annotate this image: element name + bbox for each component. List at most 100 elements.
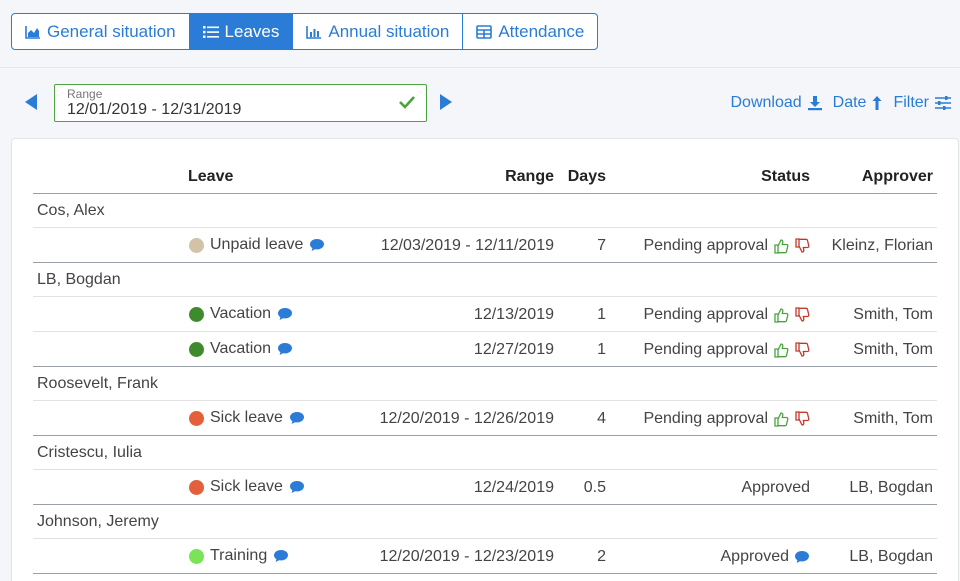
tab-general-situation[interactable]: General situation: [12, 14, 190, 49]
comment-icon[interactable]: [277, 342, 293, 356]
range-field[interactable]: Range 12/01/2019 - 12/31/2019: [54, 84, 427, 122]
leave-color-dot: [189, 410, 204, 426]
leave-range: 12/20/2019 - 12/26/2019: [379, 410, 554, 427]
comment-icon[interactable]: [309, 238, 325, 252]
leave-type-cell: Vacation: [189, 305, 293, 323]
status-text: Approved: [720, 548, 790, 565]
table-row[interactable]: Unpaid leave 12/03/2019 - 12/11/2019 7 Pend…: [33, 228, 937, 263]
approve-thumbs-up-icon[interactable]: [773, 342, 789, 358]
leave-status: Approved: [742, 479, 811, 497]
approve-thumbs-up-icon[interactable]: [773, 307, 789, 323]
employee-group-row: Johnson, Jeremy: [33, 505, 937, 539]
reject-thumbs-down-icon[interactable]: [794, 238, 810, 254]
tab-label: Annual situation: [328, 21, 450, 41]
table-icon: [476, 24, 493, 39]
caret-left-icon: [25, 94, 37, 110]
download-label: Download: [730, 94, 802, 111]
toolbar-actions: Download Date Filter: [730, 94, 952, 112]
employee-name: Roosevelt, Frank: [37, 375, 158, 392]
employee-group-row: LB, Bogdan: [33, 263, 937, 297]
leave-type-label: Sick leave: [210, 409, 283, 426]
leave-type-cell: Unpaid leave: [189, 236, 325, 254]
leave-type-cell: Vacation: [189, 340, 293, 358]
leave-days: 4: [597, 410, 606, 427]
divider: [0, 67, 960, 68]
view-tabs: General situation Leaves Annual situatio…: [11, 13, 599, 50]
tab-label: Leaves: [224, 21, 280, 41]
header-approver: Approver: [861, 168, 933, 185]
list-icon: [202, 25, 219, 39]
reject-thumbs-down-icon[interactable]: [794, 342, 810, 358]
previous-period-button[interactable]: [24, 93, 38, 116]
status-text: Pending approval: [643, 410, 768, 427]
leave-type-cell: Sick leave: [189, 478, 305, 496]
tab-annual-situation[interactable]: Annual situation: [293, 14, 464, 49]
table-row[interactable]: Training 12/20/2019 - 12/23/2019 2 Approved…: [33, 539, 937, 574]
comment-icon[interactable]: [794, 550, 810, 564]
download-button[interactable]: Download: [730, 94, 822, 112]
leave-days: 2: [597, 548, 606, 565]
sliders-icon: [934, 95, 952, 111]
leave-days: 7: [597, 237, 606, 254]
leave-range: 12/13/2019: [473, 306, 554, 323]
leave-color-dot: [189, 306, 204, 322]
filter-button[interactable]: Filter: [893, 94, 952, 112]
approver-name: LB, Bogdan: [849, 548, 933, 565]
comment-icon[interactable]: [289, 480, 305, 494]
leaves-card: Leave Range Days Status Approver Cos, Al…: [11, 138, 959, 581]
approve-thumbs-up-icon[interactable]: [773, 238, 789, 254]
employee-name: Cos, Alex: [37, 202, 105, 219]
range-field-value[interactable]: 12/01/2019 - 12/31/2019: [67, 101, 241, 119]
header-range: Range: [505, 168, 554, 185]
download-icon: [807, 95, 823, 111]
comment-icon[interactable]: [289, 411, 305, 425]
leave-type-cell: Sick leave: [189, 409, 305, 427]
leave-days: 1: [597, 306, 606, 323]
tab-leaves[interactable]: Leaves: [189, 14, 294, 49]
approver-name: Smith, Tom: [853, 306, 933, 323]
table-row[interactable]: Vacation 12/13/2019 1 Pending approval Smith…: [33, 297, 937, 332]
leave-status: Pending approval: [643, 410, 810, 428]
leave-range: 12/03/2019 - 12/11/2019: [380, 237, 554, 254]
leave-type-cell: Training: [189, 547, 289, 565]
date-sort-button[interactable]: Date: [833, 94, 884, 112]
approve-thumbs-up-icon[interactable]: [773, 411, 789, 427]
range-field-label: Range: [67, 87, 103, 101]
bar-chart-icon: [306, 25, 322, 39]
leaves-table: Leave Range Days Status Approver Cos, Al…: [33, 157, 937, 574]
employee-name: Johnson, Jeremy: [37, 513, 159, 530]
arrow-up-icon: [871, 95, 883, 111]
header-days: Days: [567, 168, 606, 185]
comment-icon[interactable]: [273, 549, 289, 563]
table-row[interactable]: Sick leave 12/24/2019 0.5 Approved LB, Bogda…: [33, 470, 937, 505]
reject-thumbs-down-icon[interactable]: [794, 307, 810, 323]
leave-days: 1: [597, 341, 606, 358]
leave-range: 12/27/2019: [473, 341, 554, 358]
leave-color-dot: [189, 341, 204, 357]
table-row[interactable]: Sick leave 12/20/2019 - 12/26/2019 4 Pendin…: [33, 401, 937, 436]
approver-name: LB, Bogdan: [849, 479, 933, 496]
employee-group-row: Cristescu, Iulia: [33, 436, 937, 470]
reject-thumbs-down-icon[interactable]: [794, 411, 810, 427]
caret-right-icon: [440, 94, 452, 110]
date-label: Date: [832, 94, 867, 111]
leave-status: Pending approval: [643, 341, 810, 359]
leave-color-dot: [189, 237, 204, 253]
header-status: Status: [761, 168, 810, 185]
leave-status: Pending approval: [643, 237, 810, 255]
leave-type-label: Sick leave: [210, 478, 283, 495]
status-text: Pending approval: [643, 306, 768, 323]
employee-group-row: Cos, Alex: [33, 194, 937, 228]
approver-name: Smith, Tom: [853, 341, 933, 358]
status-text: Approved: [741, 479, 811, 496]
leave-type-label: Vacation: [210, 340, 272, 357]
tab-attendance[interactable]: Attendance: [463, 14, 597, 49]
check-icon: [398, 94, 416, 115]
tab-label: Attendance: [498, 21, 585, 41]
table-row[interactable]: Vacation 12/27/2019 1 Pending approval Smith…: [33, 332, 937, 367]
filter-label: Filter: [893, 94, 929, 111]
comment-icon[interactable]: [277, 307, 293, 321]
leave-range: 12/24/2019: [473, 479, 554, 496]
next-period-button[interactable]: [439, 93, 453, 116]
leave-status: Approved: [721, 548, 811, 566]
